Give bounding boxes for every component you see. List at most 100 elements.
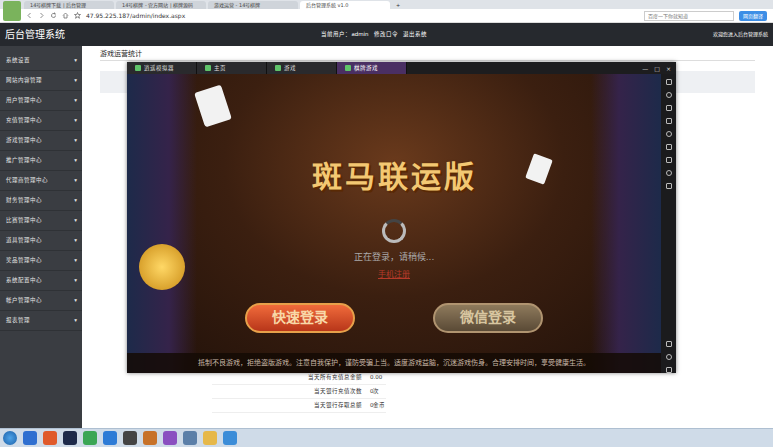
tool-icon[interactable] <box>666 92 672 98</box>
search-field[interactable] <box>644 11 734 21</box>
browser-icon[interactable] <box>43 431 57 445</box>
app-icon[interactable] <box>183 431 197 445</box>
arrow-icon: ▾ <box>74 296 77 304</box>
tool-icon[interactable] <box>666 144 672 150</box>
stats-value: 0金币 <box>370 401 386 409</box>
loading-spinner-icon <box>382 219 406 243</box>
sidebar-label: 帐户管理中心 <box>6 296 42 304</box>
card-icon <box>525 153 553 184</box>
tool-icon[interactable] <box>666 367 672 373</box>
health-notice: 抵制不良游戏，拒绝盗版游戏。注意自我保护，谨防受骗上当。适度游戏益脑，沉迷游戏伤… <box>127 353 661 374</box>
emulator-toolbar <box>661 74 676 373</box>
chrome-icon[interactable] <box>83 431 97 445</box>
emulator-tab[interactable]: 棋牌游戏 <box>337 62 407 74</box>
window-control-button[interactable]: × <box>666 64 671 73</box>
tab-label: 主页 <box>214 64 226 72</box>
sidebar-item[interactable]: 系统配置中心▾ <box>0 271 82 291</box>
app-icon <box>275 65 281 71</box>
sidebar-item[interactable]: 游戏管理中心▾ <box>0 131 82 151</box>
sidebar-label: 推广管理中心 <box>6 156 42 164</box>
login-button[interactable]: 快速登录 <box>245 303 355 333</box>
folder-icon[interactable] <box>203 431 217 445</box>
app-icon[interactable] <box>223 431 237 445</box>
sidebar-item[interactable]: 网站内容管理 ▾ <box>0 71 82 91</box>
sidebar-item[interactable]: 帐户管理中心 ▾ <box>0 291 82 311</box>
tool-icon[interactable] <box>666 341 672 347</box>
user-info: 当前用户：admin修改口令退出系统 <box>155 30 713 38</box>
window-control-button[interactable]: — <box>642 64 648 73</box>
home-icon[interactable] <box>62 12 69 19</box>
app-icon[interactable] <box>103 431 117 445</box>
star-icon[interactable] <box>74 12 81 19</box>
card-icon <box>194 85 232 128</box>
sidebar-item[interactable]: 比赛管理中心▾ <box>0 211 82 231</box>
user-avatar-icon[interactable] <box>3 1 21 21</box>
tab-bar: 14号棋牌下载 | 后台管理14号棋牌 - 官方网站 | 棋牌源码游戏运营 - … <box>0 0 773 9</box>
stats-row: 当天所有充值总金额0.00 <box>212 371 386 385</box>
header-link[interactable]: 修改口令 <box>374 30 398 38</box>
arrow-icon: ▾ <box>74 316 77 324</box>
emulator-tab[interactable]: 主页 <box>197 62 267 74</box>
sidebar-item[interactable]: 奖品管理中心▾ <box>0 251 82 271</box>
tool-icon[interactable] <box>666 183 672 189</box>
sidebar-item[interactable]: 财务管理中心 ▾ <box>0 191 82 211</box>
arrow-icon: ▾ <box>74 216 77 224</box>
url-field[interactable]: 47.95.225.187/admin/index.aspx <box>86 11 185 20</box>
browser-tab[interactable]: 14号棋牌 - 官方网站 | 棋牌源码 <box>116 1 206 9</box>
new-tab-button[interactable]: + <box>392 2 404 10</box>
sidebar-item[interactable]: 用户管理中心▾ <box>0 91 82 111</box>
app-icon[interactable] <box>123 431 137 445</box>
back-icon[interactable] <box>26 12 33 19</box>
admin-header: 后台管理系统当前用户：admin修改口令退出系统欢迎您进入后台管理系统 <box>0 23 773 46</box>
sidebar-item[interactable]: 代理商管理中心▾ <box>0 171 82 191</box>
coin-icon <box>139 244 185 290</box>
reload-icon[interactable] <box>50 12 57 19</box>
tool-icon[interactable] <box>666 354 672 360</box>
tool-icon[interactable] <box>666 157 672 163</box>
window-controls: — □ × <box>642 62 676 74</box>
emulator-icon[interactable] <box>163 431 177 445</box>
tool-icon[interactable] <box>666 79 672 85</box>
emulator-tab[interactable]: 游戏 <box>267 62 337 74</box>
translate-button[interactable]: 网页翻译 <box>739 11 767 21</box>
welcome-text: 欢迎您进入后台管理系统 <box>713 31 768 39</box>
browser-tab[interactable]: 游戏运营 - 14号棋牌 <box>208 1 298 9</box>
arrow-icon: ▾ <box>74 76 77 84</box>
register-link[interactable]: 手机注册 <box>378 269 410 281</box>
sidebar-item[interactable]: 推广管理中心 ▾ <box>0 151 82 171</box>
sidebar-item[interactable]: 道具管理中心▾ <box>0 231 82 251</box>
tool-icon[interactable] <box>666 105 672 111</box>
stats-label: 当天所有充值总金额 <box>212 373 362 381</box>
game-icon[interactable] <box>143 431 157 445</box>
arrow-icon: ▾ <box>74 276 77 284</box>
sidebar-item[interactable]: 报表管理▾ <box>0 311 82 331</box>
browser-tab[interactable]: 后台管理系统 v1.0 <box>300 1 390 9</box>
sidebar-label: 财务管理中心 <box>6 196 42 204</box>
stats-label: 当天银行存取总额 <box>212 401 362 409</box>
arrow-icon: ▾ <box>74 256 77 264</box>
login-button[interactable]: 微信登录 <box>433 303 543 333</box>
tool-icon[interactable] <box>666 131 672 137</box>
arrow-icon: ▾ <box>74 196 77 204</box>
window-control-button[interactable]: □ <box>654 64 660 73</box>
tool-icon[interactable] <box>666 170 672 176</box>
start-icon[interactable] <box>3 431 17 445</box>
sidebar-label: 网站内容管理 <box>6 76 42 84</box>
tool-icon[interactable] <box>666 118 672 124</box>
sidebar-item[interactable]: 充值管理中心▾ <box>0 111 82 131</box>
sidebar-label: 充值管理中心 <box>6 116 42 124</box>
game-title: 斑马联运版 <box>312 154 477 199</box>
arrow-icon: ▾ <box>74 96 77 104</box>
browser-tab[interactable]: 14号棋牌下载 | 后台管理 <box>24 1 114 9</box>
photoshop-icon[interactable] <box>63 431 77 445</box>
login-buttons: 快速登录 微信登录 <box>245 303 543 333</box>
forward-icon[interactable] <box>38 12 45 19</box>
arrow-icon: ▾ <box>74 156 77 164</box>
header-link[interactable]: 退出系统 <box>403 30 427 38</box>
app-icon[interactable] <box>23 431 37 445</box>
sidebar-item[interactable]: 系统设置▾ <box>0 51 82 71</box>
arrow-icon: ▾ <box>74 236 77 244</box>
emulator-tab[interactable]: 逍遥模拟器 <box>127 62 197 74</box>
arrow-icon: ▾ <box>74 56 77 64</box>
sidebar-label: 游戏管理中心 <box>6 136 42 144</box>
